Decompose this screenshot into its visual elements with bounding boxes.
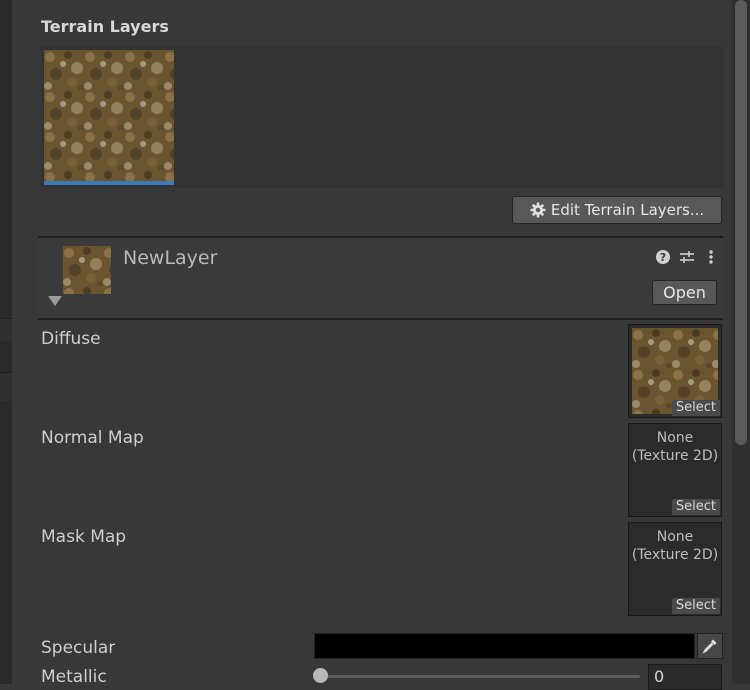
vertical-scrollbar[interactable] bbox=[732, 0, 750, 684]
left-panel-row bbox=[0, 318, 12, 341]
mask-map-value-line2: (Texture 2D) bbox=[631, 547, 719, 563]
normal-map-value-line1: None bbox=[656, 430, 694, 446]
mask-map-texture-slot[interactable]: None (Texture 2D) Select bbox=[628, 522, 722, 616]
preset-icon[interactable] bbox=[679, 249, 695, 265]
eyedropper-button[interactable] bbox=[697, 633, 723, 659]
metallic-value-field[interactable]: 0 bbox=[648, 664, 722, 690]
normal-map-value-line2: (Texture 2D) bbox=[631, 448, 719, 464]
mask-map-select-button[interactable]: Select bbox=[671, 598, 720, 614]
edit-terrain-layers-button[interactable]: Edit Terrain Layers... bbox=[512, 196, 722, 224]
specular-color-field[interactable] bbox=[314, 633, 695, 659]
help-icon[interactable]: ? bbox=[655, 249, 671, 265]
normal-map-select-button[interactable]: Select bbox=[671, 499, 720, 515]
svg-text:?: ? bbox=[660, 251, 666, 264]
gear-icon bbox=[530, 202, 546, 218]
diffuse-texture-slot[interactable]: Select bbox=[628, 324, 722, 418]
metallic-slider-handle[interactable] bbox=[313, 668, 328, 683]
normal-map-texture-slot[interactable]: None (Texture 2D) Select bbox=[628, 423, 722, 517]
layer-header-thumbnail bbox=[63, 246, 111, 294]
layer-name: NewLayer bbox=[123, 247, 218, 269]
header-divider-bottom bbox=[38, 318, 723, 320]
mask-map-value-line1: None bbox=[656, 529, 694, 545]
diffuse-label: Diffuse bbox=[41, 329, 101, 349]
normal-map-value: None (Texture 2D) bbox=[629, 429, 721, 465]
diffuse-select-button[interactable]: Select bbox=[671, 400, 720, 416]
terrain-layer-thumbnail[interactable] bbox=[44, 50, 174, 181]
metallic-label: Metallic bbox=[41, 667, 107, 687]
mask-map-value: None (Texture 2D) bbox=[629, 528, 721, 564]
left-panel-edge bbox=[0, 0, 12, 684]
open-button[interactable]: Open bbox=[652, 280, 717, 305]
foldout-arrow-icon[interactable] bbox=[48, 296, 62, 306]
selected-layer-indicator bbox=[44, 181, 174, 185]
metallic-slider-track[interactable] bbox=[320, 675, 640, 678]
specular-label: Specular bbox=[41, 638, 116, 658]
mask-map-label: Mask Map bbox=[41, 527, 127, 547]
normal-map-label: Normal Map bbox=[41, 428, 144, 448]
more-icon[interactable] bbox=[705, 249, 717, 265]
eyedropper-icon bbox=[702, 639, 717, 654]
edit-terrain-layers-label: Edit Terrain Layers... bbox=[550, 201, 705, 219]
terrain-layers-title: Terrain Layers bbox=[41, 17, 169, 36]
left-panel-row bbox=[0, 372, 12, 401]
scrollbar-thumb[interactable] bbox=[735, 0, 747, 445]
